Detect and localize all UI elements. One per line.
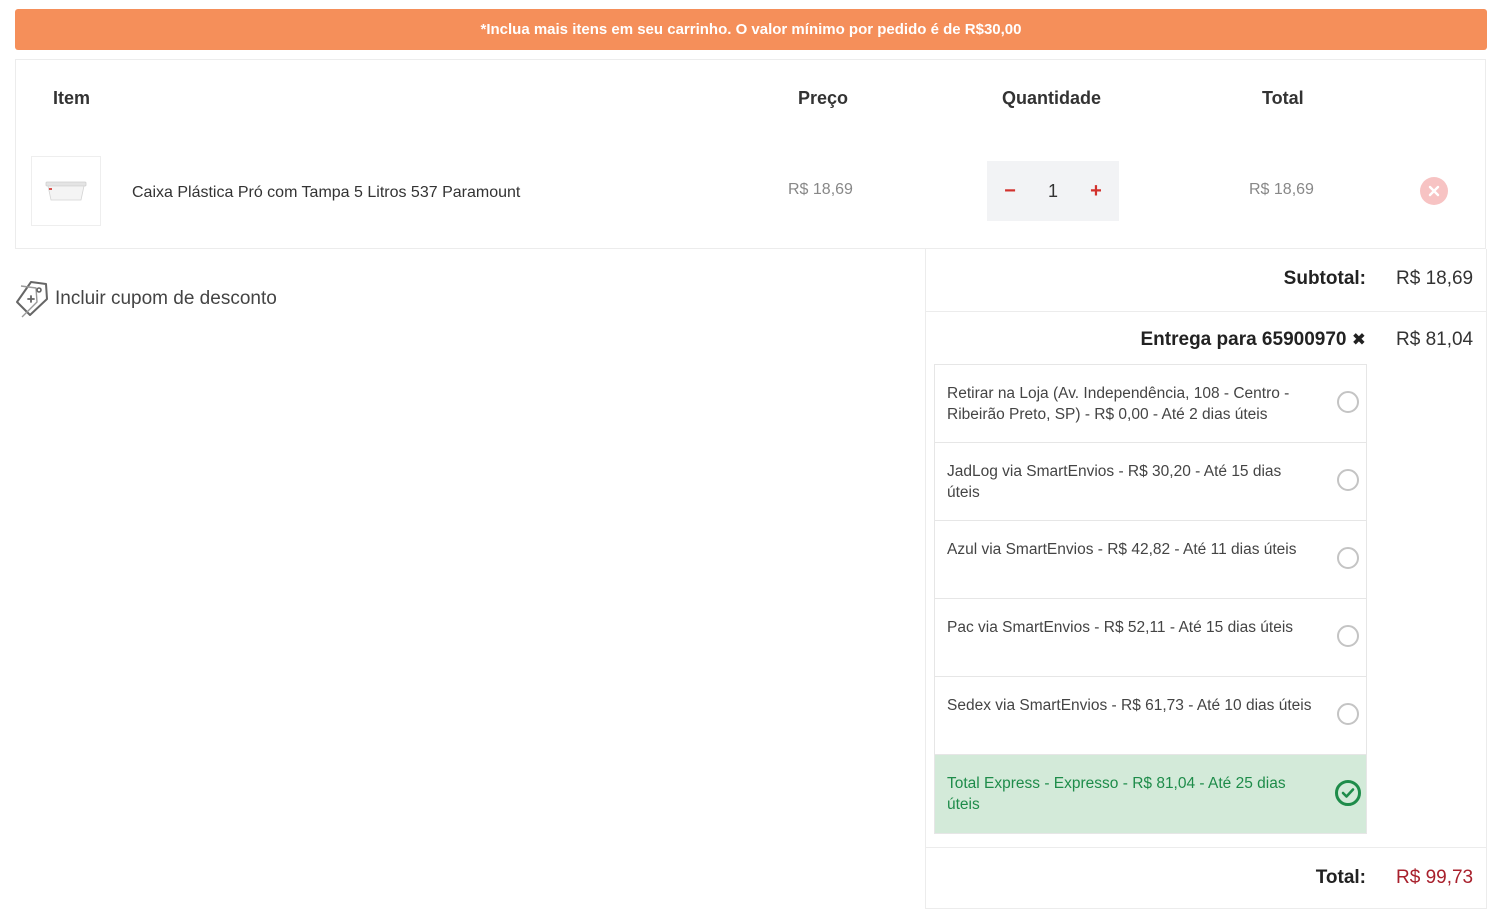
shipping-option[interactable]: Sedex via SmartEnvios - R$ 61,73 - Até 1… bbox=[935, 677, 1366, 755]
radio-button[interactable] bbox=[1337, 547, 1359, 569]
min-order-text: *Inclua mais itens em seu carrinho. O va… bbox=[480, 21, 1022, 38]
radio-button[interactable] bbox=[1337, 391, 1359, 413]
header-price: Preço bbox=[798, 88, 849, 108]
shipping-option-label: JadLog via SmartEnvios - R$ 30,20 - Até … bbox=[947, 463, 1282, 501]
clear-zip-button[interactable]: ✖ bbox=[1352, 330, 1366, 349]
shipping-option[interactable]: JadLog via SmartEnvios - R$ 30,20 - Até … bbox=[935, 443, 1366, 521]
shipping-option-label: Total Express - Expresso - R$ 81,04 - At… bbox=[947, 775, 1286, 813]
cart-table: Item Preço Quantidade Total Caixa Plásti… bbox=[15, 59, 1486, 249]
product-name[interactable]: Caixa Plástica Pró com Tampa 5 Litros 53… bbox=[132, 184, 520, 202]
tag-icon bbox=[16, 281, 48, 318]
shipping-option-label: Azul via SmartEnvios - R$ 42,82 - Até 11… bbox=[947, 541, 1297, 558]
remove-item-button[interactable] bbox=[1420, 177, 1448, 205]
order-summary: Subtotal: R$ 18,69 Entrega para 65900970… bbox=[925, 249, 1487, 909]
increment-button[interactable]: + bbox=[1087, 180, 1105, 203]
radio-button[interactable] bbox=[1337, 469, 1359, 491]
close-circle-icon bbox=[1428, 185, 1440, 197]
check-circle-icon[interactable] bbox=[1335, 780, 1361, 806]
total-value: R$ 99,73 bbox=[1396, 867, 1474, 888]
subtotal-value: R$ 18,69 bbox=[1396, 268, 1474, 289]
quantity-value[interactable]: 1 bbox=[1048, 181, 1058, 202]
min-order-banner: *Inclua mais itens em seu carrinho. O va… bbox=[15, 9, 1487, 50]
quantity-stepper: − 1 + bbox=[987, 161, 1119, 221]
shipping-option-label: Sedex via SmartEnvios - R$ 61,73 - Até 1… bbox=[947, 697, 1312, 714]
shipping-value: R$ 81,04 bbox=[1396, 329, 1474, 350]
product-price: R$ 18,69 bbox=[788, 181, 853, 198]
coupon-link[interactable]: Incluir cupom de desconto bbox=[15, 280, 277, 318]
shipping-label: Entrega para 65900970 bbox=[1140, 329, 1347, 350]
coupon-label: Incluir cupom de desconto bbox=[55, 288, 277, 309]
product-thumbnail[interactable] bbox=[31, 156, 101, 226]
subtotal-label: Subtotal: bbox=[1283, 268, 1366, 289]
shipping-option-label: Retirar na Loja (Av. Independência, 108 … bbox=[947, 385, 1290, 423]
decrement-button[interactable]: − bbox=[1001, 180, 1019, 203]
shipping-option[interactable]: Retirar na Loja (Av. Independência, 108 … bbox=[935, 365, 1366, 443]
shipping-label-group: Entrega para 65900970 ✖ bbox=[1141, 329, 1367, 351]
header-quantity: Quantidade bbox=[1002, 88, 1102, 108]
radio-button[interactable] bbox=[1337, 625, 1359, 647]
divider bbox=[926, 847, 1486, 848]
header-total: Total bbox=[1262, 88, 1304, 108]
shipping-option[interactable]: Pac via SmartEnvios - R$ 52,11 - Até 15 … bbox=[935, 599, 1366, 677]
header-item: Item bbox=[53, 88, 91, 108]
shipping-options: Retirar na Loja (Av. Independência, 108 … bbox=[934, 364, 1367, 834]
total-label: Total: bbox=[1315, 867, 1366, 888]
shipping-option-selected[interactable]: Total Express - Expresso - R$ 81,04 - At… bbox=[935, 755, 1366, 833]
shipping-option-label: Pac via SmartEnvios - R$ 52,11 - Até 15 … bbox=[947, 619, 1294, 636]
product-box-image bbox=[45, 181, 87, 201]
checkmark-icon bbox=[1341, 788, 1355, 798]
product-total: R$ 18,69 bbox=[1249, 181, 1314, 198]
shipping-option[interactable]: Azul via SmartEnvios - R$ 42,82 - Até 11… bbox=[935, 521, 1366, 599]
radio-button[interactable] bbox=[1337, 703, 1359, 725]
divider bbox=[926, 311, 1486, 312]
